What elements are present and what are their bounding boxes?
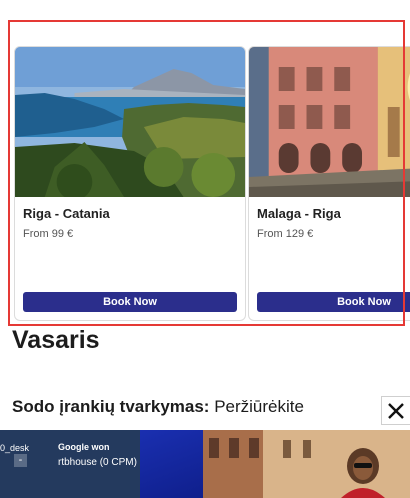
ad-image — [203, 430, 410, 498]
flight-card-malaga-riga[interactable]: Malaga - Riga From 129 € Book Now — [248, 46, 410, 321]
ad-slot-label: 0_desk — [0, 443, 30, 453]
book-now-button[interactable]: Book Now — [23, 292, 237, 312]
card-price: From 99 € — [23, 228, 74, 240]
article-teaser-text: Peržiūrėkite — [209, 397, 304, 416]
card-route: Malaga - Riga — [257, 206, 341, 221]
ad-collapse-button[interactable]: - — [14, 454, 27, 467]
article-teaser-title: Sodo įrankių tvarkymas: — [12, 397, 210, 416]
ad-banner[interactable]: 0_desk - Google won rtbhouse (0 CPM) — [0, 430, 410, 498]
flight-carousel: Riga - Catania From 99 € Book Now Malaga… — [14, 46, 410, 322]
section-heading: Vasaris — [12, 326, 100, 354]
ad-debug-panel: 0_desk - Google won rtbhouse (0 CPM) — [0, 430, 140, 498]
article-teaser[interactable]: Sodo įrankių tvarkymas: Peržiūrėkite — [12, 397, 304, 417]
page: Riga - Catania From 99 € Book Now Malaga… — [0, 0, 410, 498]
card-image-catania — [15, 47, 245, 197]
close-icon — [388, 402, 404, 419]
ad-blue-panel — [140, 430, 203, 498]
book-now-button[interactable]: Book Now — [257, 292, 410, 312]
ad-title: Google won — [58, 442, 110, 452]
close-ad-button[interactable] — [381, 396, 410, 425]
flight-card-riga-catania[interactable]: Riga - Catania From 99 € Book Now — [14, 46, 246, 321]
ad-subtitle: rtbhouse (0 CPM) — [58, 457, 137, 468]
card-price: From 129 € — [257, 228, 314, 240]
card-route: Riga - Catania — [23, 206, 110, 221]
card-image-malaga — [249, 47, 410, 197]
